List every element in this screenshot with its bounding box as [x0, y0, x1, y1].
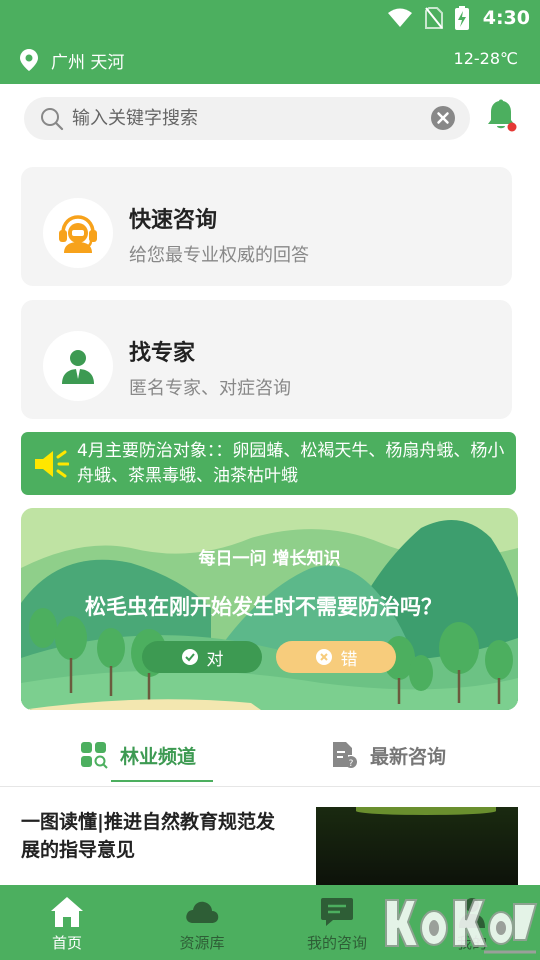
- home-icon: [51, 897, 83, 927]
- status-time: 4:30: [482, 7, 530, 29]
- svg-text:?: ?: [349, 759, 354, 769]
- quiz-question: 松毛虫在刚开始发生时不需要防治吗？: [85, 595, 442, 619]
- find-expert-card[interactable]: 找专家 匿名专家、对症咨询: [21, 300, 512, 419]
- consult-avatar: [43, 198, 113, 268]
- nav-consult-label: 我的咨询: [306, 934, 367, 952]
- nav-resource-library[interactable]: 资源库: [147, 885, 257, 960]
- wifi-icon: [387, 8, 412, 27]
- answer-false-label: 错: [340, 649, 358, 670]
- close-circle-icon: [315, 649, 332, 665]
- article-thumbnail[interactable]: [316, 807, 518, 885]
- location-bar: 广州 天河 12-28℃: [0, 36, 540, 84]
- quiz-heading: 每日一问 增长知识: [198, 549, 341, 569]
- find-expert-subtitle: 匿名专家、对症咨询: [129, 378, 291, 399]
- clear-search-icon[interactable]: [430, 105, 456, 131]
- check-circle-icon: [181, 649, 198, 665]
- location-label[interactable]: 广州 天河: [51, 48, 124, 73]
- headset-agent-icon: [59, 215, 97, 253]
- nav-resource-label: 资源库: [179, 934, 225, 952]
- expert-person-icon: [62, 350, 94, 384]
- no-sim-icon: [424, 7, 443, 29]
- apps-grid-icon: [81, 742, 108, 769]
- notification-bell-icon[interactable]: [484, 98, 518, 134]
- nav-home[interactable]: 首页: [12, 885, 122, 960]
- tab-latest-label: 最新咨询: [370, 745, 447, 768]
- answer-true-button[interactable]: 对: [142, 641, 262, 673]
- tab-forestry-label: 林业频道: [120, 745, 197, 768]
- cloud-icon: [186, 901, 219, 923]
- chat-icon: [321, 898, 353, 926]
- tabs-divider: [0, 786, 540, 787]
- speaker-icon: [35, 450, 69, 478]
- pest-notice-banner[interactable]: 4月主要防治对象：：卵园蝽、松褐天牛、杨扇舟蛾、杨小舟蛾、茶黑毒蛾、油茶枯叶蛾: [21, 432, 516, 495]
- nav-my-consult[interactable]: 我的咨询: [282, 885, 392, 960]
- daily-quiz-banner: 每日一问 增长知识 松毛虫在刚开始发生时不需要防治吗？ 对 错: [21, 508, 518, 710]
- tab-latest-consult[interactable]: ? 最新咨询: [330, 730, 446, 780]
- search-input[interactable]: [72, 97, 432, 140]
- quick-consult-card[interactable]: 快速咨询 给您最专业权威的回答: [21, 167, 512, 286]
- quick-consult-title: 快速咨询: [129, 208, 218, 233]
- document-question-icon: ?: [333, 742, 357, 769]
- site-watermark-logo: [385, 899, 538, 954]
- thumbnail-glow: [356, 807, 496, 815]
- status-bar: 4:30: [0, 0, 540, 36]
- tab-forestry-channel[interactable]: 林业频道: [80, 730, 196, 780]
- find-expert-title: 找专家: [129, 341, 196, 366]
- answer-false-button[interactable]: 错: [276, 641, 396, 673]
- search-bar: [24, 97, 470, 140]
- search-icon: [41, 108, 64, 131]
- quick-consult-subtitle: 给您最专业权威的回答: [129, 245, 309, 266]
- battery-charging-icon: [454, 6, 469, 30]
- nav-home-label: 首页: [51, 934, 82, 952]
- weather-label: 12-28℃: [453, 49, 518, 68]
- location-pin-icon[interactable]: [20, 49, 38, 71]
- answer-true-label: 对: [206, 649, 224, 670]
- expert-avatar: [43, 331, 113, 401]
- notice-text: 4月主要防治对象：：卵园蝽、松褐天牛、杨扇舟蛾、杨小舟蛾、茶黑毒蛾、油茶枯叶蛾: [77, 441, 505, 486]
- active-tab-indicator: [111, 780, 213, 782]
- article-title[interactable]: 一图读懂|推进自然教育规范发展的指导意见: [21, 808, 291, 864]
